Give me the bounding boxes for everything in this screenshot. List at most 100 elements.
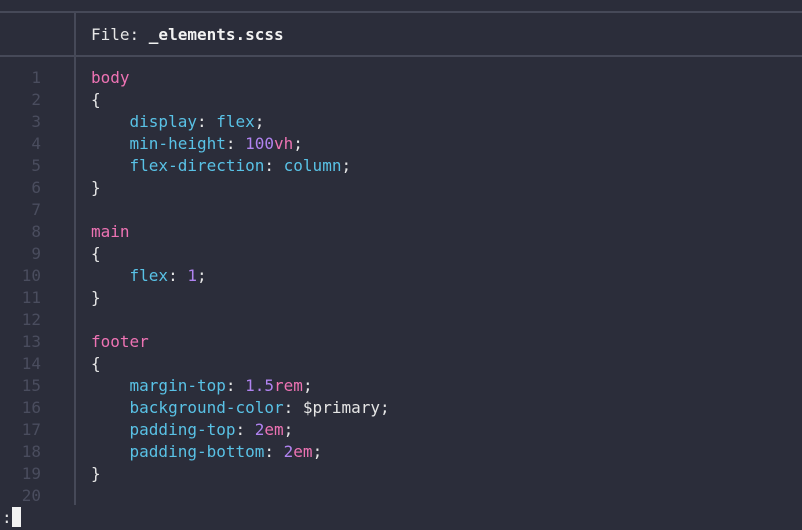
line-content: } <box>91 287 101 309</box>
token-punct: ; <box>312 442 323 461</box>
code-line[interactable]: 3 display: flex; <box>0 111 802 133</box>
file-name: _elements.scss <box>148 25 284 44</box>
code-line[interactable]: 14 { <box>0 353 802 375</box>
top-border <box>0 11 802 13</box>
code-line[interactable]: 4 min-height: 100vh; <box>0 133 802 155</box>
line-number: 3 <box>31 112 41 131</box>
line-content: display: flex; <box>91 111 265 133</box>
code-line[interactable]: 20 <box>0 485 802 507</box>
code-line[interactable]: 5 flex-direction: column; <box>0 155 802 177</box>
command-prompt: : <box>2 508 12 527</box>
line-content: } <box>91 463 101 485</box>
line-number: 17 <box>21 420 41 439</box>
line-content: { <box>91 353 101 375</box>
token-prop: display <box>129 112 197 131</box>
line-number: 14 <box>21 354 41 373</box>
line-content: body <box>91 67 130 89</box>
token-sel: main <box>91 222 130 241</box>
token-punct: : <box>168 266 188 285</box>
token-punct: : <box>225 134 246 153</box>
command-line[interactable]: : <box>2 507 21 529</box>
token-num: 1 <box>187 266 197 285</box>
token-punct: ; <box>283 420 294 439</box>
token-punct: : <box>264 156 284 175</box>
code-line[interactable]: 10 flex: 1; <box>0 265 802 287</box>
token-num: 2 <box>254 420 265 439</box>
code-line[interactable]: 19} <box>0 463 802 485</box>
line-content: padding-top: 2em; <box>91 419 294 441</box>
line-content: footer <box>91 331 149 353</box>
token-brace: } <box>91 178 101 197</box>
token-prop: background-color <box>129 398 284 417</box>
code-line[interactable]: 8 main <box>0 221 802 243</box>
line-content: flex: 1; <box>91 265 207 287</box>
code-line[interactable]: 15 margin-top: 1.5rem; <box>0 375 802 397</box>
code-line[interactable]: 13 footer <box>0 331 802 353</box>
token-punct: : <box>196 112 217 131</box>
token-var: $primary <box>302 398 380 417</box>
line-content: } <box>91 177 101 199</box>
line-content: { <box>91 89 101 111</box>
token-punct: : <box>225 376 246 395</box>
line-content: main <box>91 221 130 243</box>
token-prop: flex <box>129 266 169 285</box>
token-prop: flex-direction <box>129 156 265 175</box>
line-content: background-color: $primary; <box>91 397 390 419</box>
line-number: 19 <box>21 464 41 483</box>
token-num: 2 <box>283 442 294 461</box>
code-line[interactable]: 12 <box>0 309 802 331</box>
file-header-label: File: <box>91 25 149 44</box>
token-val: flex <box>216 112 255 131</box>
token-punct: ; <box>302 376 313 395</box>
token-brace: } <box>91 464 101 483</box>
line-number: 12 <box>21 310 41 329</box>
token-brace: { <box>91 90 101 109</box>
line-number: 15 <box>21 376 41 395</box>
token-prop: min-height <box>129 134 226 153</box>
text-cursor <box>11 507 21 527</box>
code-line[interactable]: 17 padding-top: 2em; <box>0 419 802 441</box>
code-line[interactable]: 1 body <box>0 67 802 89</box>
code-line[interactable]: 6} <box>0 177 802 199</box>
token-prop: padding-bottom <box>129 442 265 461</box>
line-number: 7 <box>31 200 41 219</box>
token-punct: : <box>235 420 255 439</box>
code-line[interactable]: 16 background-color: $primary; <box>0 397 802 419</box>
line-number: 5 <box>31 156 41 175</box>
line-number: 10 <box>21 266 41 285</box>
token-sel: body <box>91 68 130 87</box>
line-content: padding-bottom: 2em; <box>91 441 323 463</box>
code-line[interactable]: 7 <box>0 199 802 221</box>
code-view[interactable]: 1 body 2{3 display: flex; 4 min-height: 100… <box>0 67 802 507</box>
code-line[interactable]: 18 padding-bottom: 2em; <box>0 441 802 463</box>
file-header: File: _elements.scss <box>91 24 284 46</box>
code-line[interactable]: 9{ <box>0 243 802 265</box>
code-line[interactable]: 11} <box>0 287 802 309</box>
token-prop: margin-top <box>129 376 226 395</box>
token-num: 1.5 <box>245 376 275 395</box>
token-prop: padding-top <box>129 420 236 439</box>
line-number: 20 <box>21 486 41 505</box>
token-punct: ; <box>379 398 390 417</box>
token-brace: { <box>91 354 101 373</box>
line-number: 1 <box>31 68 41 87</box>
token-sel: footer <box>91 332 149 351</box>
code-line[interactable]: 2{ <box>0 89 802 111</box>
token-punct: : <box>283 398 303 417</box>
line-number: 4 <box>31 134 41 153</box>
line-number: 13 <box>21 332 41 351</box>
line-number: 16 <box>21 398 41 417</box>
line-number: 2 <box>31 90 41 109</box>
line-content: margin-top: 1.5rem; <box>91 375 313 397</box>
token-brace: } <box>91 288 101 307</box>
token-num: 100 <box>245 134 275 153</box>
line-number: 18 <box>21 442 41 461</box>
line-content: flex-direction: column; <box>91 155 352 177</box>
token-punct: ; <box>254 112 265 131</box>
